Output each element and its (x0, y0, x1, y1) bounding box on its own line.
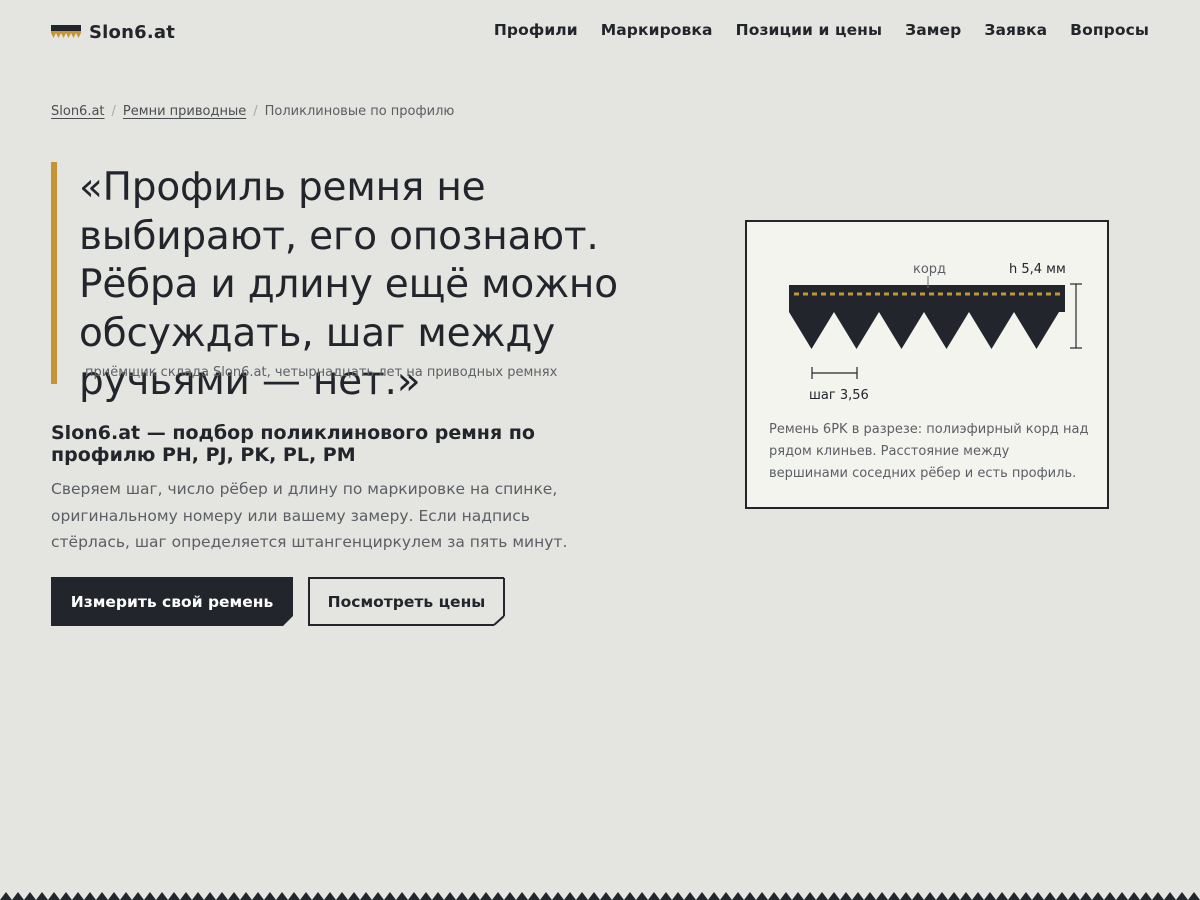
bottom-zigzag-border (0, 892, 1200, 900)
breadcrumb: Slon6.at / Ремни приводные / Поликлиновы… (51, 104, 454, 119)
measure-belt-button[interactable]: Измерить свой ремень (51, 577, 293, 626)
belt-diagram-card: корд h 5,4 мм шаг 3,56 Ремень 6PK в разр… (745, 220, 1109, 509)
height-label: h 5,4 мм (1009, 262, 1066, 277)
breadcrumb-separator: / (111, 104, 116, 119)
quote-caption: приёмщик склада Slon6.at, четырнадцать л… (85, 365, 558, 380)
view-prices-label: Посмотреть цены (327, 592, 486, 611)
pitch-label: шаг 3,56 (809, 388, 869, 403)
breadcrumb-home[interactable]: Slon6.at (51, 104, 105, 119)
logo-link[interactable]: Slon6.at (51, 20, 175, 44)
intro-text: Сверяем шаг, число рёбер и длину по марк… (51, 480, 568, 551)
breadcrumb-drive-belts[interactable]: Ремни приводные (123, 104, 246, 119)
cord-label: корд (913, 262, 946, 277)
nav-faq[interactable]: Вопросы (1070, 21, 1149, 39)
diagram-caption: Ремень 6PK в разрезе: полиэфирный корд н… (769, 422, 1089, 481)
belt-logo-icon (51, 25, 81, 38)
hero-quote: «Профиль ремня не выбирают, его опознают… (51, 162, 711, 404)
view-prices-button[interactable]: Посмотреть цены (308, 577, 505, 626)
zigzag-teeth (0, 892, 1200, 900)
nav-request[interactable]: Заявка (984, 21, 1047, 39)
page-title: Slon6.at — подбор поликлинового ремня по… (51, 422, 535, 466)
nav-prices[interactable]: Позиции и цены (736, 21, 882, 39)
nav-measure[interactable]: Замер (905, 21, 961, 39)
breadcrumb-current: Поликлиновые по профилю (264, 104, 455, 119)
main-nav: Профили Маркировка Позиции и цены Замер … (494, 21, 1149, 39)
nav-profiles[interactable]: Профили (494, 21, 578, 39)
logo-text: Slon6.at (89, 21, 176, 43)
nav-marking[interactable]: Маркировка (601, 21, 713, 39)
belt-cross-section-diagram: корд h 5,4 мм шаг 3,56 (789, 262, 1082, 403)
site-header: Slon6.at Профили Маркировка Позиции и це… (0, 0, 1200, 64)
breadcrumb-separator: / (253, 104, 258, 119)
